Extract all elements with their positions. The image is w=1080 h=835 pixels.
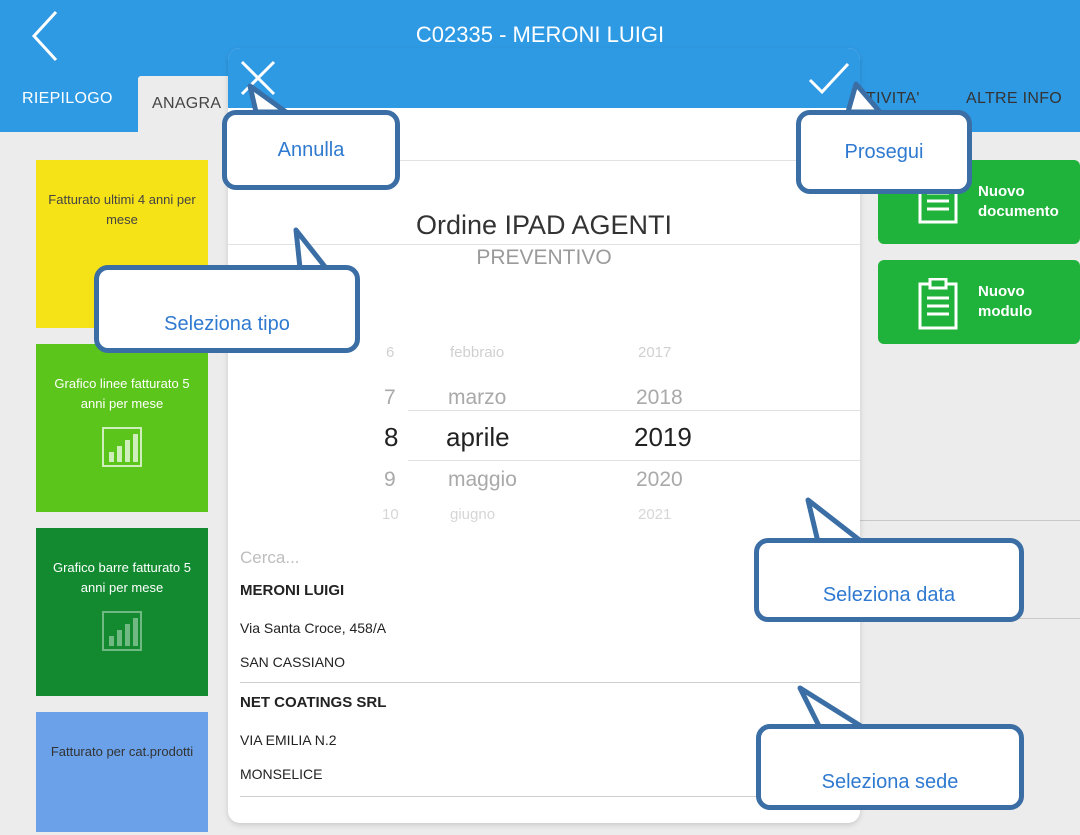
callout-seleziona-sede-box: Seleziona sede: [756, 724, 1024, 810]
callout-annulla-box: Annulla: [222, 110, 400, 190]
callout-seleziona-tipo-box: Seleziona tipo: [94, 265, 360, 353]
callout-prosegui-box: Prosegui: [796, 110, 972, 194]
callout-seleziona-data-box: Seleziona data: [754, 538, 1024, 622]
